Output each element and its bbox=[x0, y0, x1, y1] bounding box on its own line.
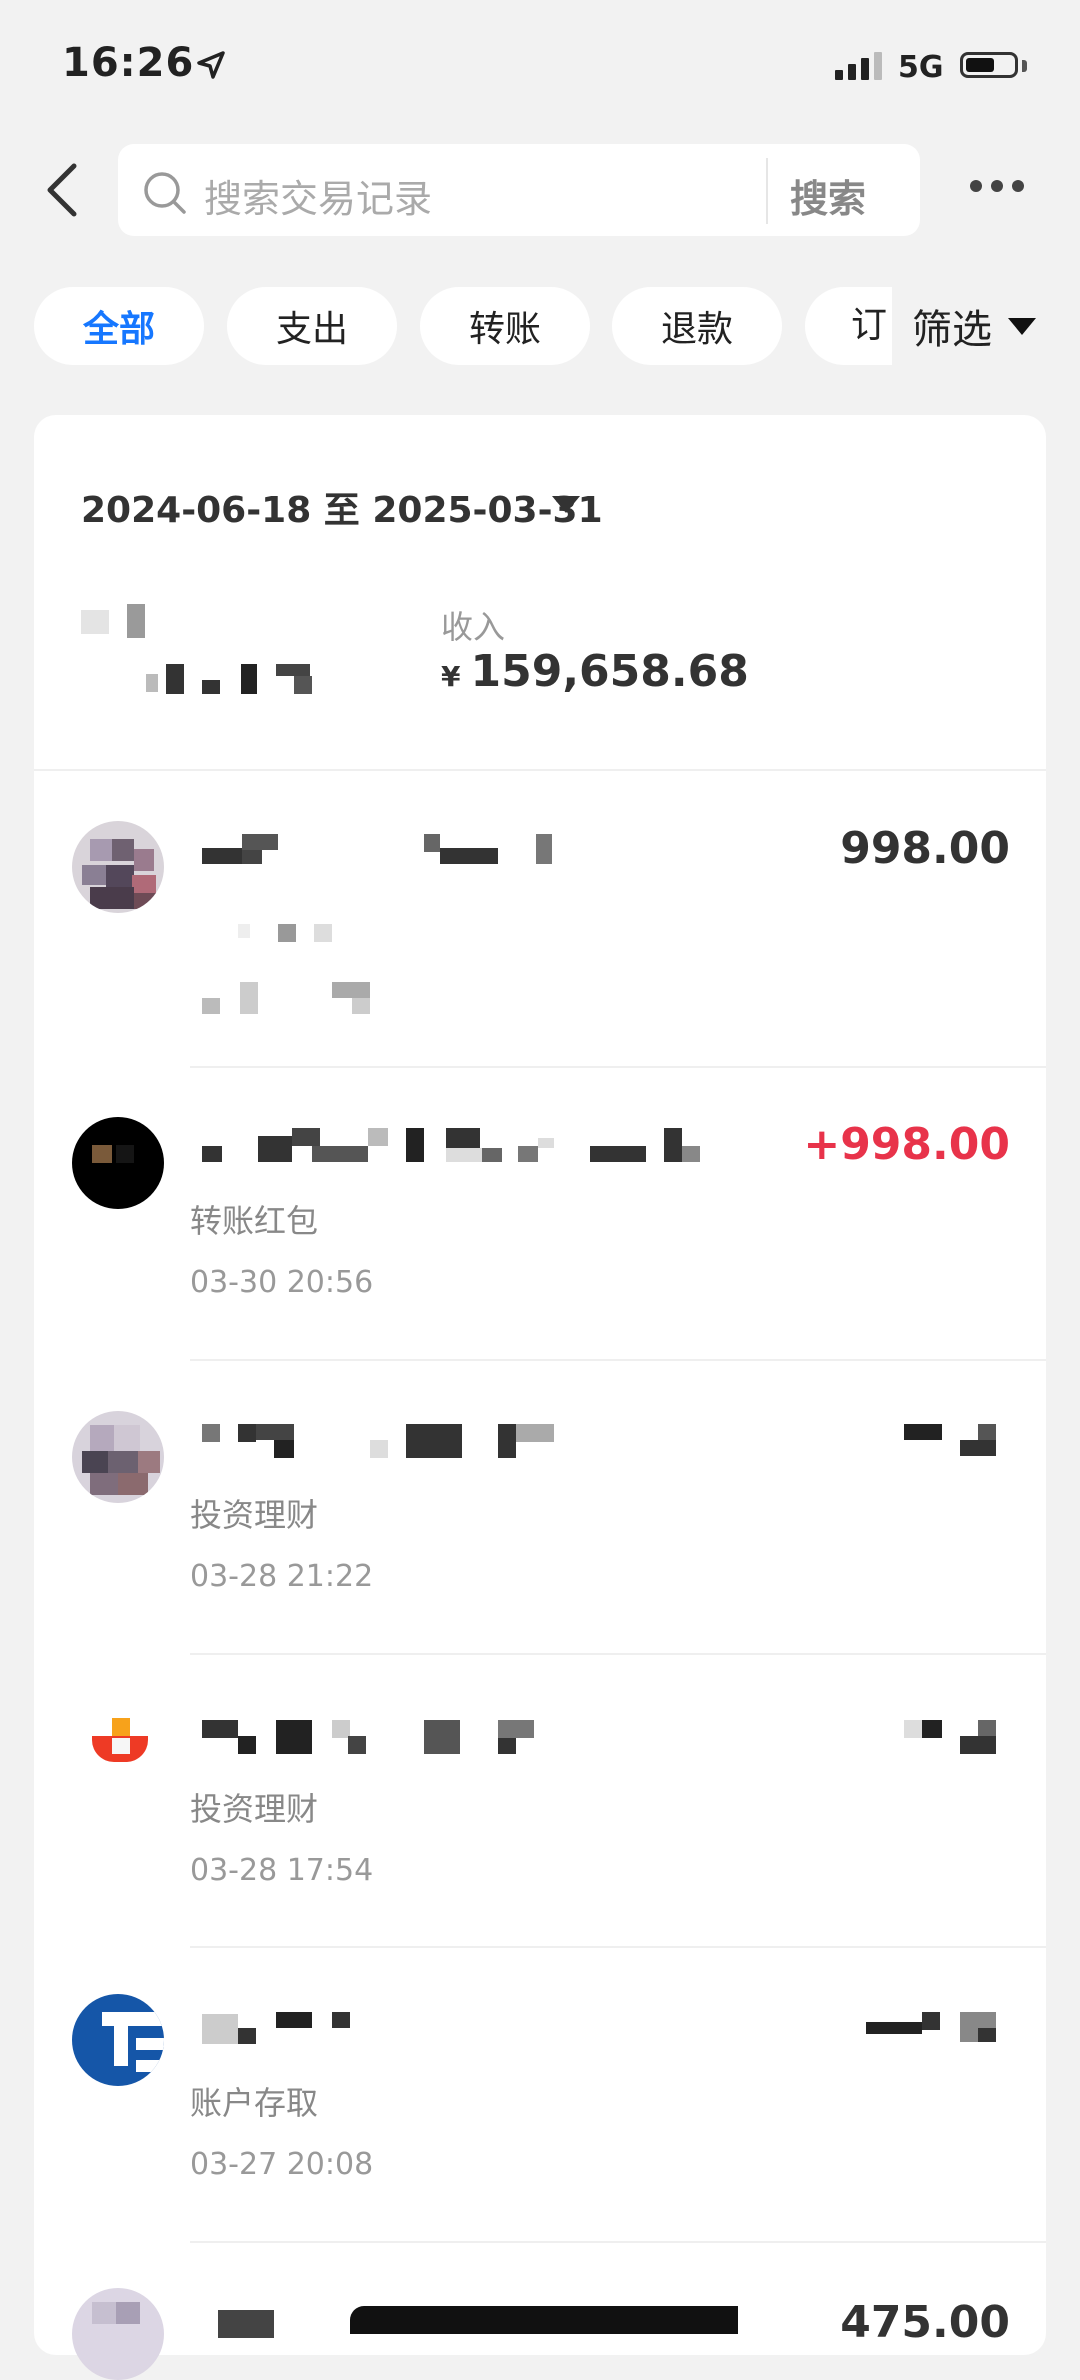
transaction-category: 投资理财 bbox=[190, 1496, 319, 1534]
tab-expense[interactable]: 支出 bbox=[227, 287, 397, 365]
tab-all[interactable]: 全部 bbox=[34, 287, 204, 365]
transaction-category: 投资理财 bbox=[190, 1790, 319, 1828]
avatar bbox=[72, 821, 164, 913]
transaction-category: 账户存取 bbox=[190, 2084, 319, 2122]
more-icon[interactable] bbox=[970, 180, 1024, 192]
transactions-card bbox=[34, 415, 1046, 2355]
income-value: ¥159,658.68 bbox=[441, 646, 749, 697]
divider bbox=[190, 1653, 1046, 1655]
transaction-name-redacted bbox=[202, 1420, 562, 1460]
battery-cap bbox=[1022, 60, 1027, 72]
divider bbox=[34, 769, 1046, 771]
avatar bbox=[72, 1117, 164, 1209]
transaction-amount: 475.00 bbox=[840, 2297, 1010, 2348]
battery-icon bbox=[960, 52, 1018, 78]
search-divider bbox=[766, 158, 768, 224]
transaction-time: 03-28 21:22 bbox=[190, 1559, 374, 1594]
date-dropdown-icon[interactable] bbox=[552, 496, 580, 513]
filter-label: 筛选 bbox=[912, 307, 992, 353]
transaction-amount: +998.00 bbox=[803, 1119, 1010, 1170]
transaction-name-redacted bbox=[202, 830, 562, 870]
status-time: 16:26 bbox=[62, 40, 195, 86]
tab-refund[interactable]: 退款 bbox=[612, 287, 782, 365]
transaction-time: 03-28 17:54 bbox=[190, 1853, 374, 1888]
transaction-amount-redacted bbox=[904, 1716, 1014, 1756]
transaction-amount: 998.00 bbox=[840, 823, 1010, 874]
income-label: 收入 bbox=[441, 608, 506, 646]
location-arrow-icon bbox=[197, 51, 225, 79]
transaction-name-redacted bbox=[218, 2306, 738, 2338]
divider bbox=[190, 1359, 1046, 1361]
date-range[interactable]: 2024-06-18 至 2025-03-31 bbox=[81, 481, 603, 533]
transaction-name-redacted bbox=[202, 1124, 742, 1164]
divider bbox=[190, 1946, 1046, 1948]
transaction-time: 03-30 20:56 bbox=[190, 1265, 374, 1300]
avatar bbox=[72, 2288, 164, 2380]
back-icon[interactable] bbox=[38, 160, 88, 220]
transaction-amount-redacted bbox=[866, 2008, 1016, 2048]
search-button[interactable]: 搜索 bbox=[790, 168, 866, 223]
transaction-name-redacted bbox=[202, 2008, 362, 2048]
transaction-category: 转账红包 bbox=[190, 1202, 319, 1240]
transaction-category-redacted bbox=[202, 920, 382, 1020]
search-icon bbox=[144, 172, 186, 214]
transaction-time: 03-27 20:08 bbox=[190, 2147, 374, 2182]
divider bbox=[190, 2241, 1046, 2243]
avatar bbox=[72, 1411, 164, 1503]
expense-value-redacted bbox=[146, 660, 336, 700]
transaction-amount-redacted bbox=[904, 1422, 1014, 1462]
app-logo-icon bbox=[92, 1718, 152, 1780]
filter-button[interactable]: 筛选 bbox=[892, 283, 1080, 369]
bank-logo-icon bbox=[72, 1994, 164, 2086]
signal-icon bbox=[835, 52, 882, 80]
search-input[interactable]: 搜索交易记录 bbox=[204, 168, 432, 223]
transaction-name-redacted bbox=[202, 1716, 542, 1756]
dropdown-icon bbox=[1008, 317, 1036, 335]
divider bbox=[190, 1066, 1046, 1068]
tab-transfer[interactable]: 转账 bbox=[420, 287, 590, 365]
network-type: 5G bbox=[898, 50, 944, 85]
